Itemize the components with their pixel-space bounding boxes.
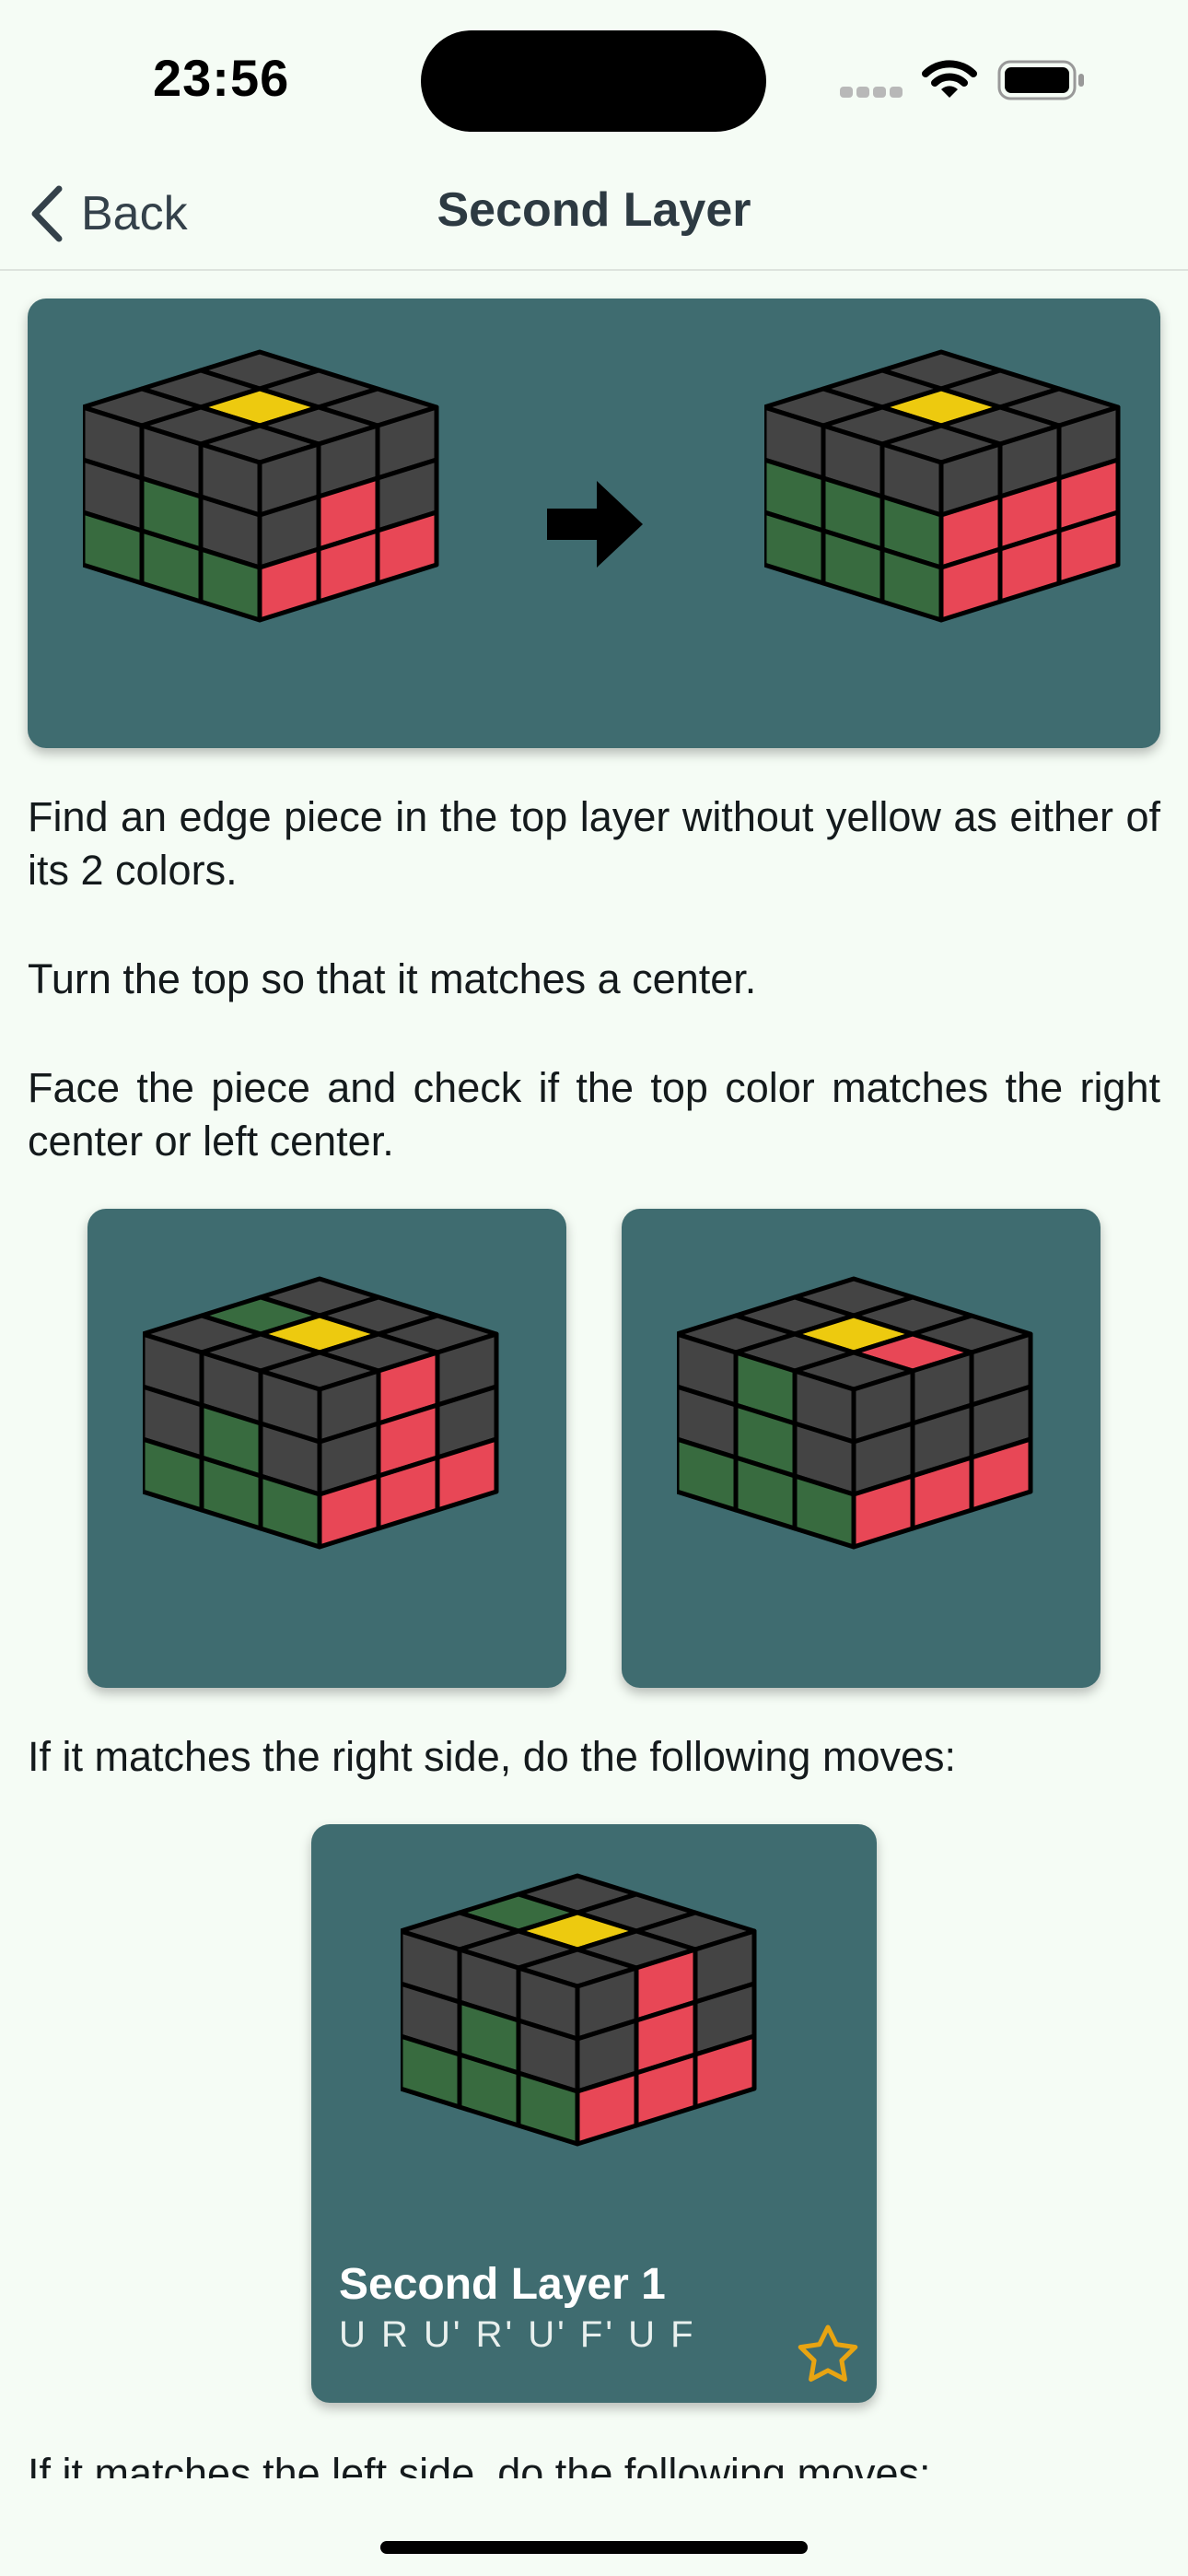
cube-algorithm-image: [401, 1873, 757, 2147]
algorithm-card[interactable]: Second Layer 1 U R U' R' U' F' U F: [311, 1824, 877, 2403]
content-scroll[interactable]: Find an edge piece in the top layer with…: [0, 273, 1188, 2478]
cellular-signal-icon: [840, 87, 903, 98]
case-left-card: [622, 1209, 1101, 1688]
cube-case-right-image: [143, 1276, 499, 1550]
instruction-paragraph-2: Turn the top so that it matches a center…: [28, 955, 757, 1002]
algorithm-name: Second Layer 1: [339, 2260, 666, 2309]
dynamic-island: [421, 30, 766, 132]
battery-icon: [997, 60, 1084, 100]
status-bar: 23:56: [0, 0, 1188, 157]
instruction-paragraph-3: Face the piece and check if the top colo…: [28, 1064, 1160, 1165]
status-time: 23:56: [153, 49, 290, 107]
right-side-instruction: If it matches the right side, do the fol…: [28, 1733, 956, 1780]
favorite-star-icon[interactable]: [796, 2324, 860, 2388]
wifi-icon: [922, 60, 977, 98]
navigation-bar: Back Second Layer: [0, 157, 1188, 271]
case-right-card: [87, 1209, 566, 1688]
cube-before-image: [83, 349, 439, 623]
cube-case-left-image: [677, 1276, 1033, 1550]
home-indicator: [380, 2541, 808, 2554]
page-title: Second Layer: [437, 183, 751, 237]
algorithm-moves: U R U' R' U' F' U F: [339, 2314, 696, 2355]
cube-after-image: [764, 349, 1121, 623]
left-side-instruction: If it matches the left side, do the foll…: [28, 2450, 931, 2478]
arrow-right-icon: [547, 481, 643, 568]
overview-card: [28, 299, 1160, 748]
instruction-paragraph-1: Find an edge piece in the top layer with…: [28, 793, 1160, 894]
